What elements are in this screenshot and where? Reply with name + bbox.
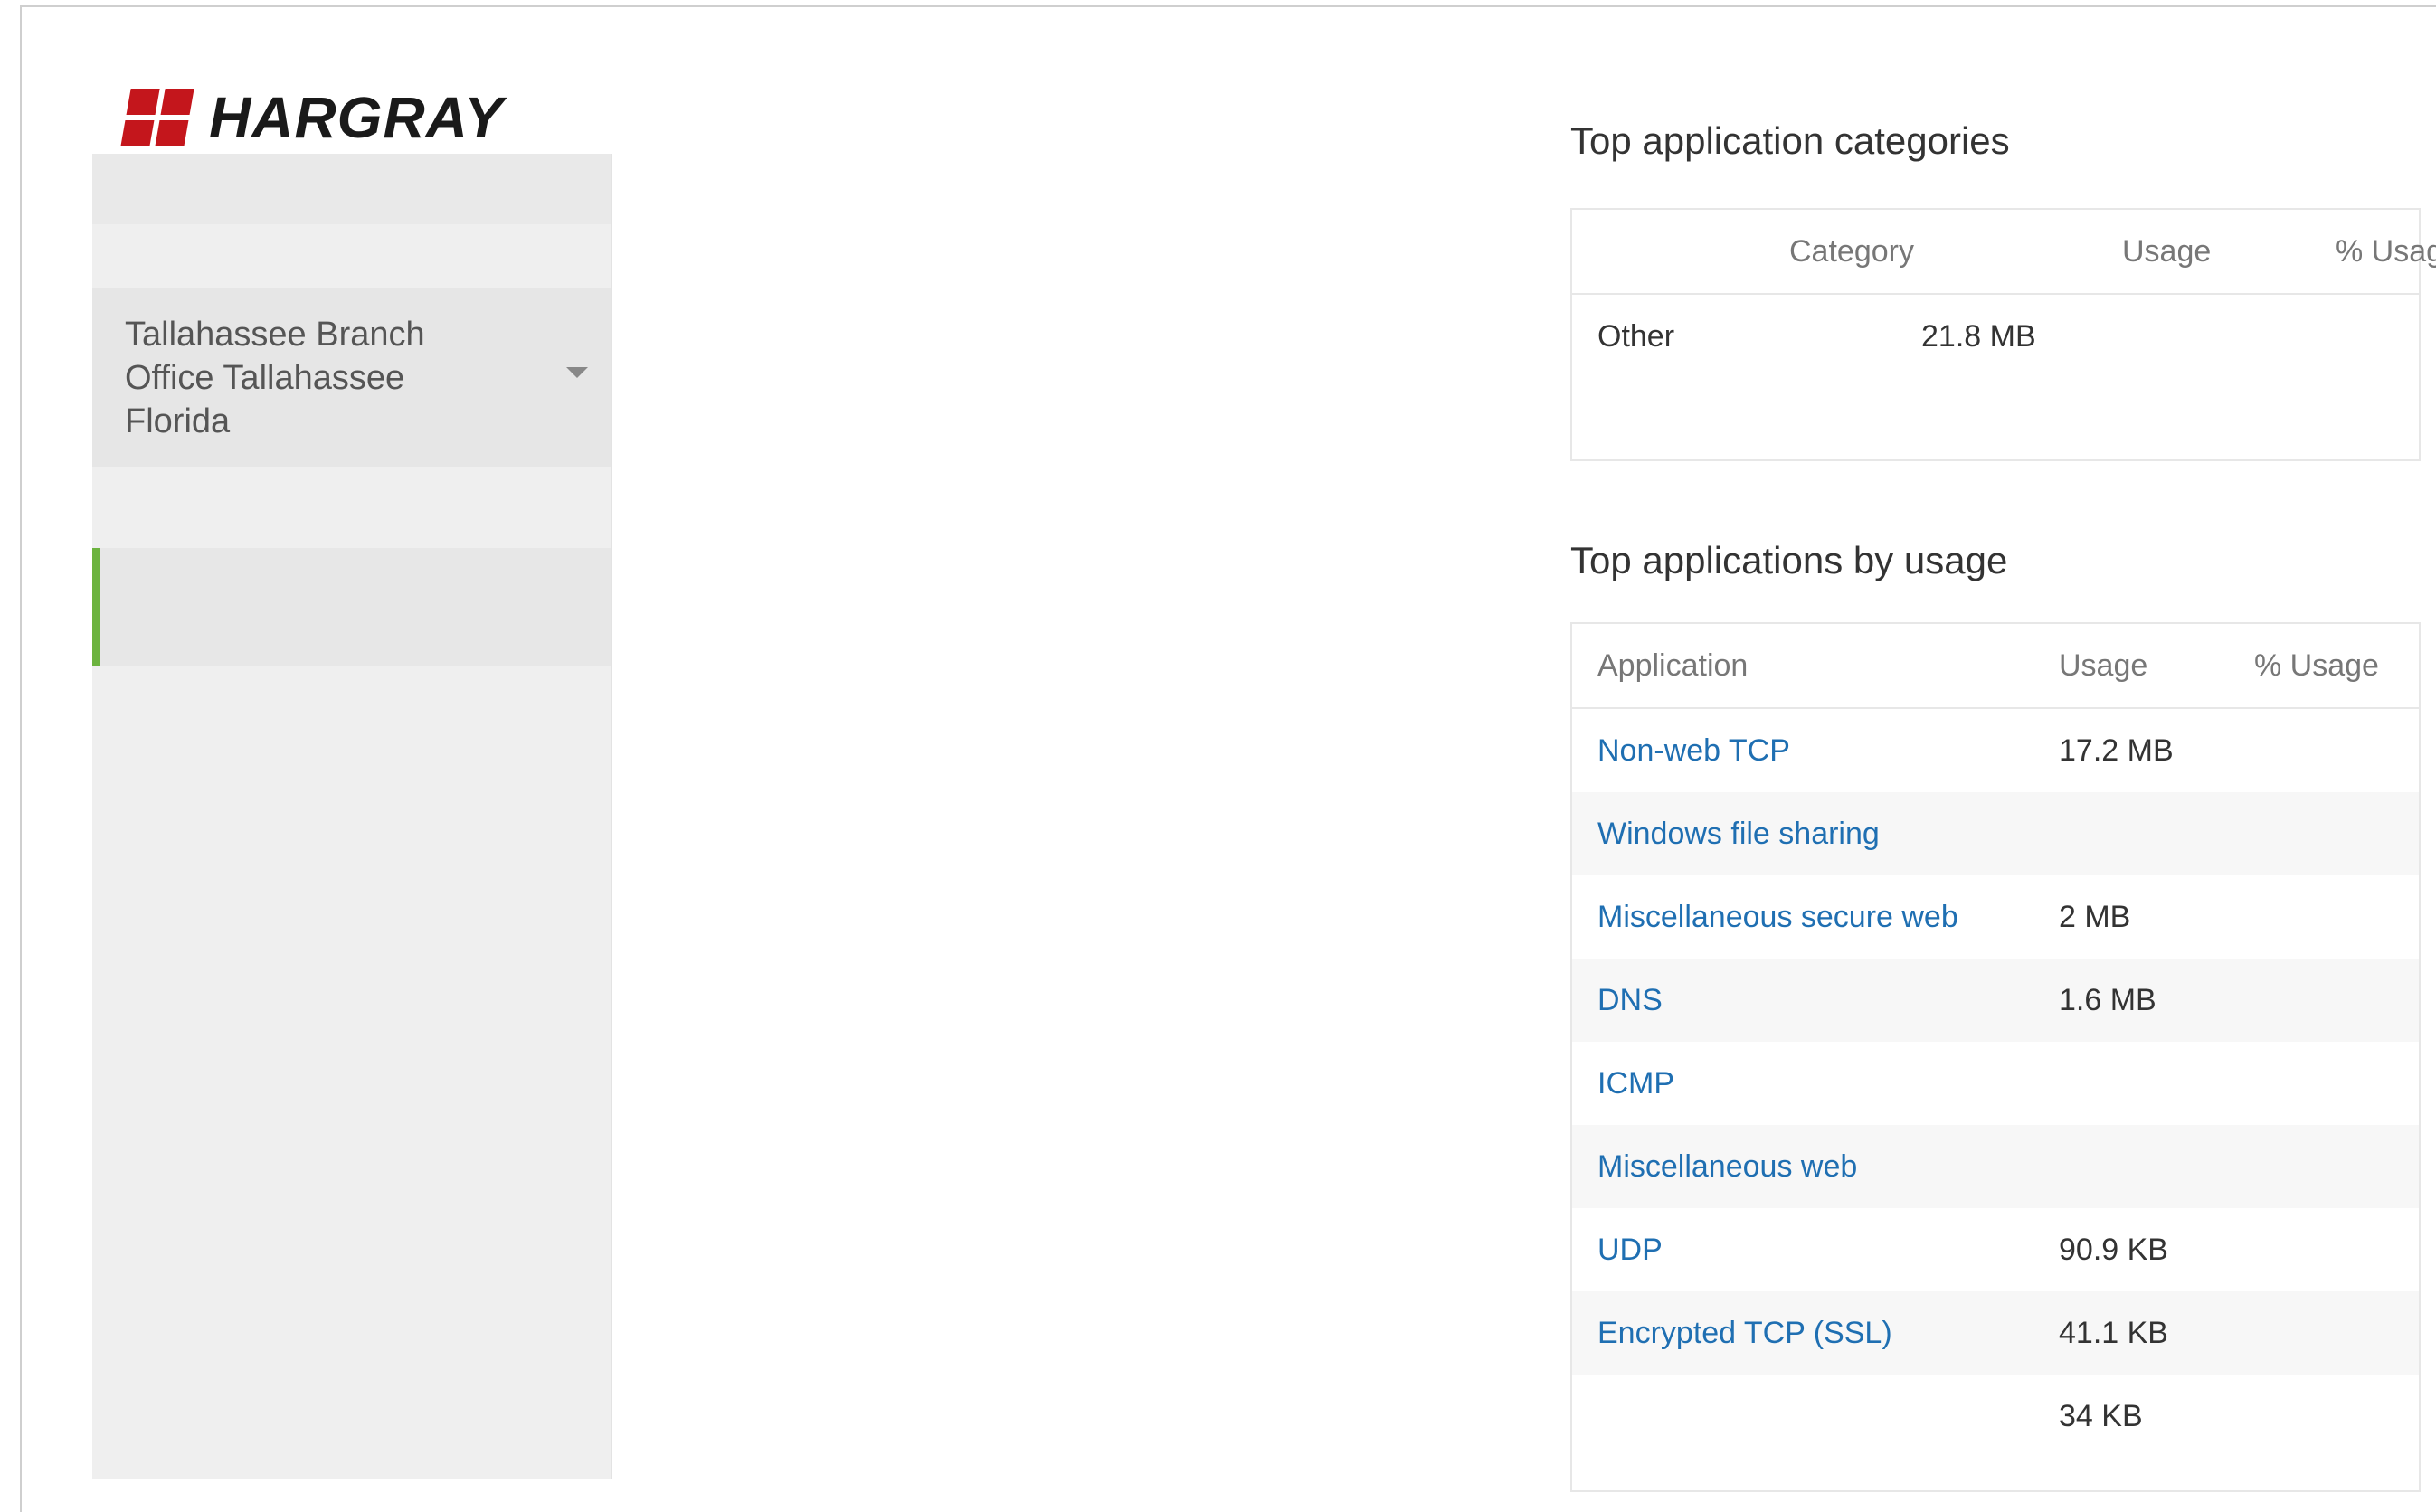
- app-window: HARGRAY Tallahassee Branch Office Tallah…: [20, 5, 2436, 1512]
- application-usage: 17.2 MB: [2059, 732, 2174, 768]
- table-row: UDP 90.9 KB: [1572, 1208, 2419, 1291]
- application-link[interactable]: DNS: [1597, 983, 1663, 1018]
- application-link[interactable]: Miscellaneous secure web: [1597, 900, 1958, 935]
- column-header-percent[interactable]: % Usage: [2254, 648, 2379, 684]
- application-usage: 2 MB: [2059, 899, 2131, 934]
- applications-table-header: Application Usage % Usage: [1572, 624, 2419, 709]
- application-usage: 34 KB: [2059, 1398, 2143, 1433]
- logo-mark-icon: [120, 89, 194, 146]
- application-link[interactable]: ICMP: [1597, 1066, 1674, 1101]
- column-header-percent[interactable]: % Usage: [2336, 234, 2436, 269]
- categories-table-header: Category Usage % Usage: [1572, 210, 2436, 295]
- sidebar-item-active[interactable]: [92, 548, 611, 666]
- table-row: Encrypted TCP (SSL) 41.1 KB: [1572, 1291, 2419, 1375]
- application-usage: 41.1 KB: [2059, 1315, 2168, 1350]
- logo-text: HARGRAY: [209, 85, 504, 150]
- brand-logo[interactable]: HARGRAY: [120, 81, 504, 154]
- application-link[interactable]: Encrypted TCP (SSL): [1597, 1316, 1892, 1351]
- application-usage: 90.9 KB: [2059, 1232, 2168, 1267]
- location-selector[interactable]: Tallahassee Branch Office Tallahassee Fl…: [92, 288, 611, 467]
- table-row: Non-web TCP 17.2 MB: [1572, 709, 2419, 792]
- location-line-1: Tallahassee Branch: [125, 316, 425, 354]
- applications-table: Application Usage % Usage Non-web TCP 17…: [1570, 622, 2421, 1492]
- application-link[interactable]: UDP: [1597, 1233, 1663, 1268]
- application-link[interactable]: Non-web TCP: [1597, 733, 1790, 769]
- categories-table: Category Usage % Usage Other 21.8 MB: [1570, 208, 2436, 461]
- application-usage: 1.6 MB: [2059, 982, 2156, 1017]
- sidebar: Tallahassee Branch Office Tallahassee Fl…: [92, 154, 612, 1479]
- column-header-usage[interactable]: Usage: [2122, 234, 2211, 269]
- sidebar-header-band: [92, 154, 611, 224]
- application-link[interactable]: Windows file sharing: [1597, 817, 1880, 852]
- column-header-category[interactable]: Category: [1789, 234, 1914, 269]
- location-line-3: Florida: [125, 402, 231, 440]
- column-header-usage[interactable]: Usage: [2059, 648, 2147, 684]
- category-name: Other: [1597, 318, 1675, 354]
- table-row: 34 KB: [1572, 1375, 2419, 1458]
- location-line-2: Office Tallahassee: [125, 359, 405, 397]
- chevron-down-icon: [566, 367, 588, 378]
- table-row: Miscellaneous secure web 2 MB: [1572, 875, 2419, 959]
- table-row: Windows file sharing: [1572, 792, 2419, 875]
- table-row: DNS 1.6 MB: [1572, 959, 2419, 1042]
- table-row: Miscellaneous web: [1572, 1125, 2419, 1208]
- category-usage: 21.8 MB: [1921, 318, 2036, 354]
- applications-panel-title: Top applications by usage: [1570, 539, 2008, 581]
- categories-panel-title: Top application categories: [1570, 119, 2010, 162]
- table-row: Other 21.8 MB: [1572, 295, 2419, 378]
- column-header-application[interactable]: Application: [1597, 648, 1748, 684]
- application-link[interactable]: Miscellaneous web: [1597, 1149, 1857, 1185]
- table-row: ICMP: [1572, 1042, 2419, 1125]
